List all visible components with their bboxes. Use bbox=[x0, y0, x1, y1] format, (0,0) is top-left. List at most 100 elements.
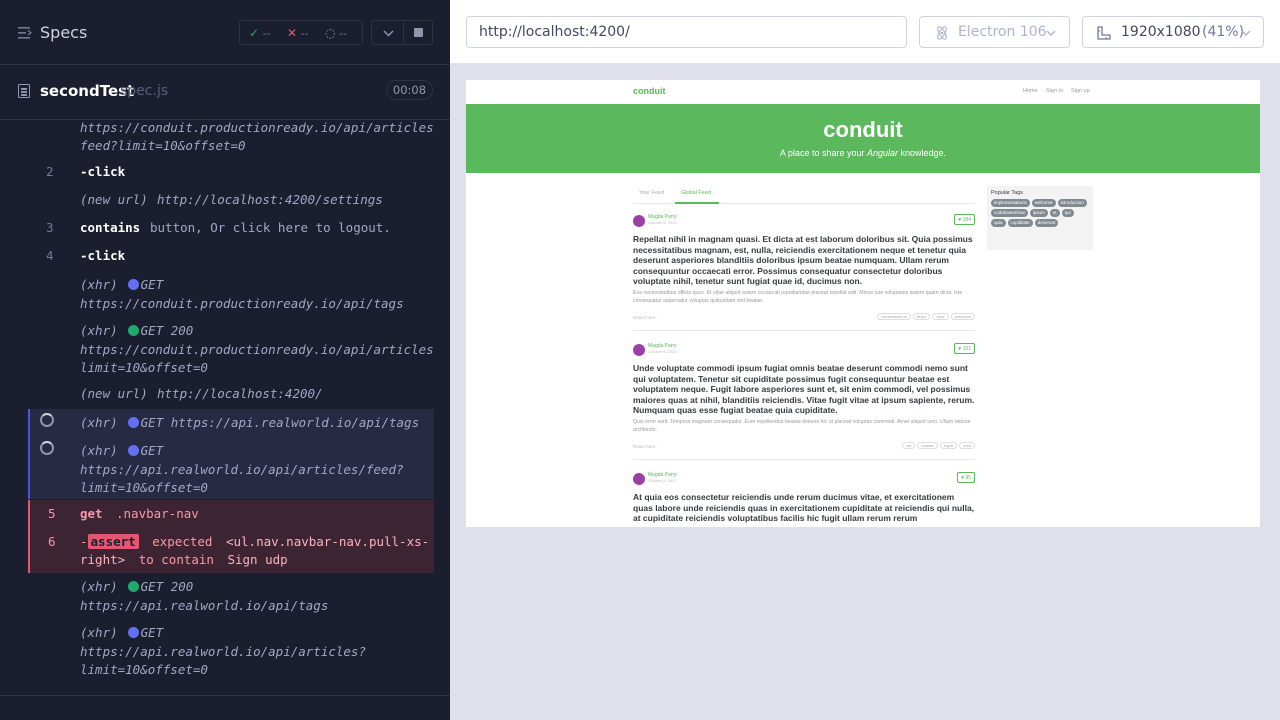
pending-dot-icon bbox=[127, 279, 139, 290]
tab-global-feed[interactable]: Global Feed bbox=[681, 190, 711, 196]
app-url-bar[interactable]: http://localhost:4200/ bbox=[466, 16, 907, 48]
viewport-size: 1920x1080 bbox=[1121, 24, 1201, 40]
http-method: GET 200 bbox=[140, 579, 194, 594]
tag-pill[interactable]: deserunt bbox=[1034, 219, 1059, 227]
xhr-line[interactable]: (xhr) GET bbox=[80, 443, 163, 458]
stop-button[interactable] bbox=[403, 20, 433, 45]
read-more-link[interactable]: Read more... bbox=[633, 444, 659, 449]
tag-pill[interactable]: introduction bbox=[1057, 199, 1087, 207]
command-number: 2 bbox=[46, 164, 54, 179]
log-row[interactable]: (xhr) GET 200 https://api.realworld.io/ap… bbox=[28, 579, 434, 615]
log-row[interactable]: 2 -click bbox=[28, 164, 434, 182]
nav-home-link[interactable]: Home bbox=[1023, 88, 1038, 94]
avatar[interactable] bbox=[633, 473, 645, 485]
pending-dot-icon bbox=[127, 417, 139, 428]
article-title[interactable]: Unde voluptate commodi ipsum fugiat omni… bbox=[633, 363, 975, 416]
request-url: https://api.realworld.io/api/articles? bbox=[80, 644, 366, 659]
favorite-button[interactable]: ♥ 95 bbox=[957, 472, 975, 483]
command-name: contains bbox=[80, 220, 141, 235]
command-name[interactable]: get bbox=[80, 506, 103, 521]
command-name: -click bbox=[80, 164, 126, 179]
passed-count: -- bbox=[262, 27, 271, 40]
tag-pill[interactable]: codebaseShow bbox=[991, 209, 1028, 217]
browser-selector[interactable]: Electron 106 bbox=[919, 16, 1070, 48]
tag-pill[interactable]: implementations bbox=[991, 199, 1030, 207]
log-row[interactable]: 3 contains button, Or click here to logo… bbox=[28, 220, 434, 238]
menu-icon[interactable] bbox=[18, 27, 32, 39]
spec-file-header: secondTest spec.js 00:08 bbox=[0, 66, 450, 120]
article-description: Eos necessitatibus officia quos. Et vita… bbox=[633, 290, 963, 304]
specs-title[interactable]: Specs bbox=[40, 23, 87, 42]
popular-tags-sidebar: Popular Tags implementations welcome int… bbox=[987, 186, 1093, 250]
active-tab-indicator bbox=[675, 202, 719, 204]
article-title[interactable]: At quia eos consectetur reiciendis unde … bbox=[633, 492, 975, 524]
http-method: GET bbox=[140, 443, 164, 458]
article-tag: necessitatibus bbox=[877, 313, 911, 320]
nav-sign-up-link[interactable]: Sign up bbox=[1071, 88, 1090, 94]
xhr-line: (xhr) GET 200 bbox=[80, 323, 193, 338]
favorite-count: 95 bbox=[965, 475, 971, 481]
article-tag: est bbox=[902, 442, 916, 449]
tab-your-feed[interactable]: Your Feed bbox=[639, 190, 664, 196]
request-url: limit=10&offset=0 bbox=[80, 662, 208, 677]
log-row[interactable]: (new url) http://localhost:4200/settings bbox=[28, 192, 434, 210]
heart-icon: ♥ bbox=[958, 346, 962, 352]
log-row[interactable]: (xhr) GET 200 https://conduit.productionr… bbox=[28, 323, 434, 377]
log-row[interactable]: https://conduit.productionready.io/api/a… bbox=[28, 120, 434, 156]
command-log: https://conduit.productionready.io/api/a… bbox=[28, 120, 434, 685]
log-row[interactable]: (xhr) GET https://api.realworld.io/api/ar… bbox=[28, 625, 434, 679]
avatar[interactable] bbox=[633, 344, 645, 356]
failed-count: -- bbox=[300, 27, 309, 40]
article-date: October 6, 2022 bbox=[648, 478, 677, 483]
event-label: (xhr) bbox=[80, 625, 118, 640]
tag-pill[interactable]: qui bbox=[1061, 209, 1074, 217]
chevron-down-icon bbox=[1241, 30, 1251, 36]
assertion-line[interactable]: - assert expected <ul.nav.navbar-nav.pull… bbox=[80, 534, 429, 549]
event-label: (new url) bbox=[80, 192, 148, 207]
log-row[interactable]: (new url) http://localhost:4200/ bbox=[28, 386, 434, 404]
read-more-link[interactable]: Read more... bbox=[633, 315, 659, 320]
spec-duration-badge: 00:08 bbox=[386, 80, 433, 100]
article-title[interactable]: Repellat nihil in magnam quasi. Et dicta… bbox=[633, 234, 975, 287]
assertion-expected: expected bbox=[152, 534, 213, 549]
tag-pill[interactable]: cupiditate bbox=[1007, 219, 1033, 227]
favorite-button[interactable]: ♥ 101 bbox=[954, 343, 975, 354]
specs-header: Specs ✓ -- ✕ -- ◌ -- bbox=[0, 0, 450, 65]
tag-pill[interactable]: welcome bbox=[1031, 199, 1056, 207]
x-icon: ✕ bbox=[287, 26, 298, 40]
check-icon: ✓ bbox=[249, 26, 260, 40]
avatar[interactable] bbox=[633, 215, 645, 227]
http-method: GET bbox=[140, 277, 164, 292]
auto-scroll-dropdown-button[interactable] bbox=[371, 20, 404, 45]
pending-count: -- bbox=[338, 27, 347, 40]
failed-command-group: 5 get .navbar-nav 6 - assert expected <ul… bbox=[28, 500, 434, 573]
request-url: https://conduit.productionready.io/api/a… bbox=[80, 342, 434, 357]
tag-pill[interactable]: ipsum bbox=[1029, 209, 1048, 217]
article-tag: beatae bbox=[917, 442, 938, 449]
command-number: 4 bbox=[46, 248, 54, 263]
hero-banner: conduit A place to share your Angular kn… bbox=[466, 104, 1260, 173]
tag-pill[interactable]: quia bbox=[991, 219, 1006, 227]
log-row[interactable]: (xhr) GET https://conduit.productionready… bbox=[28, 277, 434, 313]
pending-dot-icon bbox=[127, 445, 139, 456]
spinner-icon bbox=[40, 413, 54, 427]
app-preview: conduit Home Sign in Sign up conduit A p… bbox=[466, 80, 1260, 527]
success-dot-icon bbox=[127, 325, 139, 336]
event-label: (xhr) bbox=[80, 323, 118, 338]
article-description: Quis error sunt. Tempora magnam consequa… bbox=[633, 419, 971, 433]
app-brand-link[interactable]: conduit bbox=[633, 86, 666, 96]
nav-sign-in-link[interactable]: Sign in bbox=[1046, 88, 1063, 94]
http-method: GET 200 bbox=[140, 323, 194, 338]
event-label: (xhr) bbox=[80, 415, 118, 430]
log-row[interactable]: 4 -click bbox=[28, 248, 434, 266]
favorite-button[interactable]: ♥ 184 bbox=[954, 214, 975, 225]
xhr-line[interactable]: (xhr) GET https://api.realworld.io/api/ta… bbox=[80, 415, 419, 430]
tag-pill[interactable]: et bbox=[1049, 209, 1060, 217]
banner-title: conduit bbox=[823, 117, 903, 142]
divider bbox=[0, 695, 450, 696]
stats-box: ✓ -- ✕ -- ◌ -- bbox=[239, 20, 363, 45]
request-url: limit=10&offset=0 bbox=[80, 480, 208, 495]
assertion-subject: right> bbox=[80, 552, 126, 567]
viewport-selector[interactable]: 1920x1080 (41%) bbox=[1082, 16, 1264, 48]
app-navbar: conduit Home Sign in Sign up bbox=[466, 80, 1260, 104]
